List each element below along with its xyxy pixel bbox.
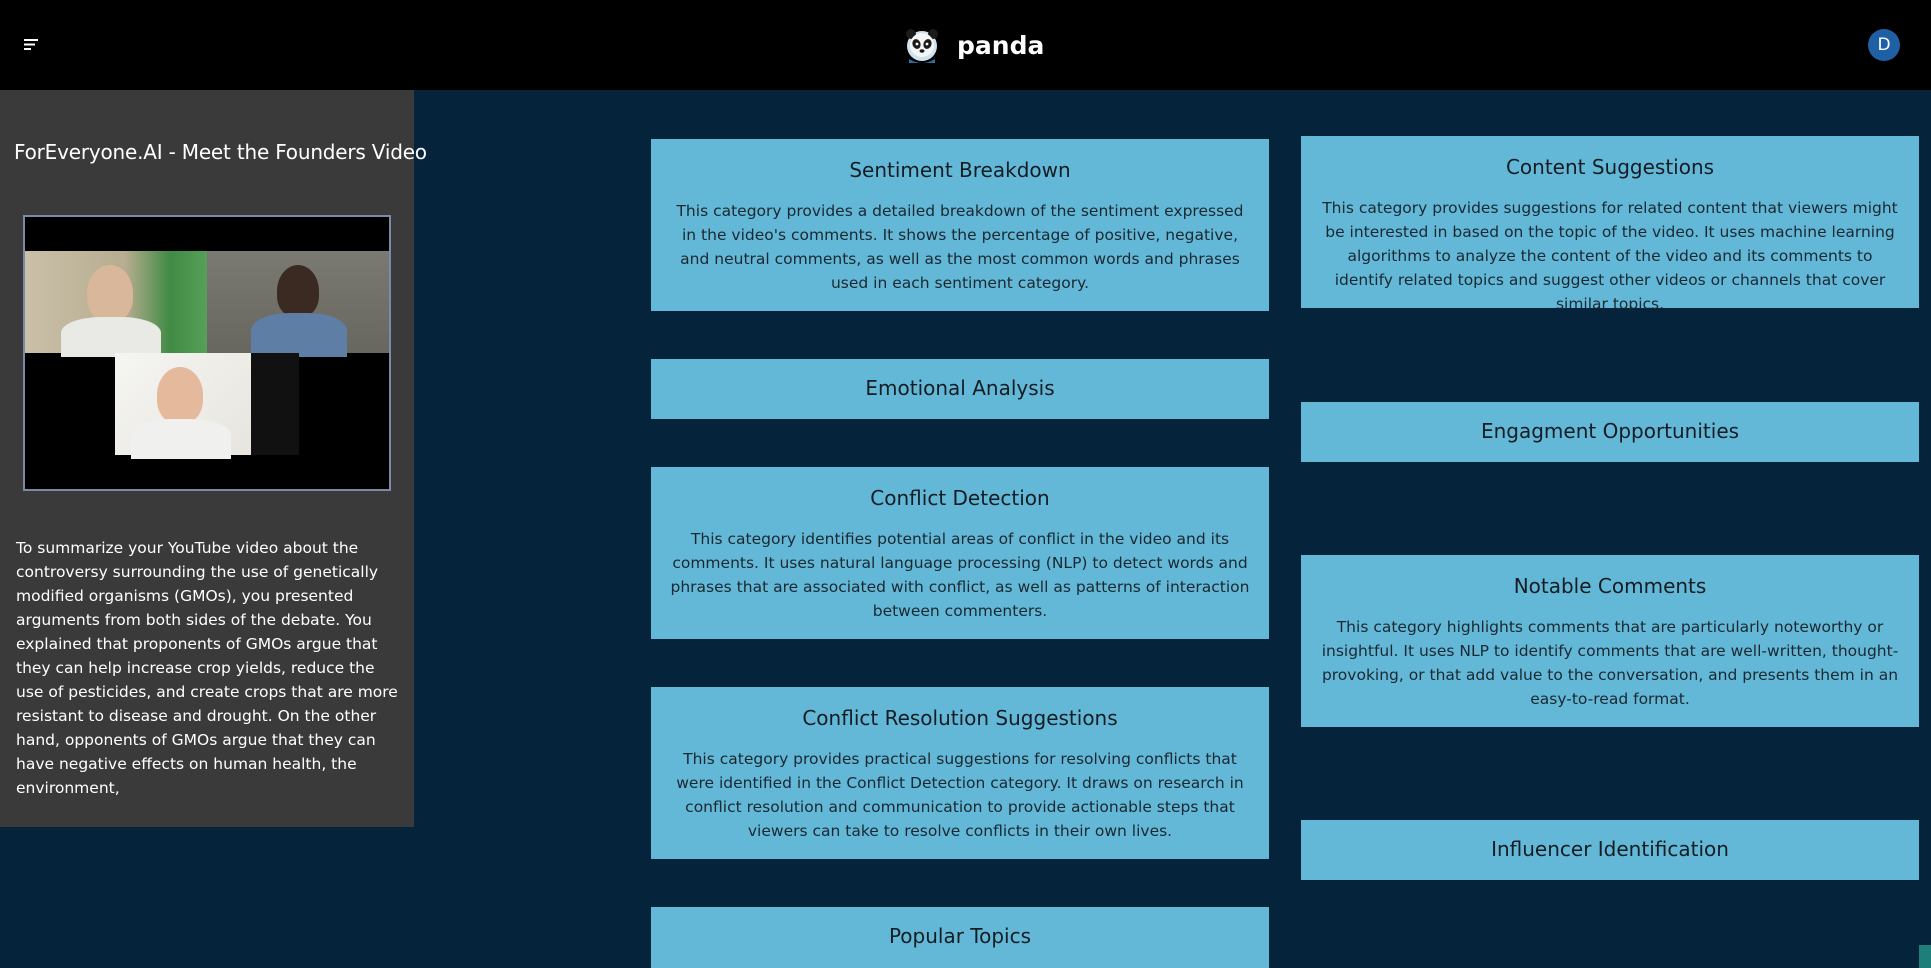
card-engagement-opportunities[interactable]: Engagment Opportunities xyxy=(1301,402,1919,462)
card-title: Notable Comments xyxy=(1513,574,1707,598)
brand[interactable]: panda xyxy=(905,25,1044,65)
card-title: Influencer Identification xyxy=(1491,837,1729,861)
top-bar: panda D xyxy=(0,0,1931,90)
card-description: This category provides practical suggest… xyxy=(676,750,1244,840)
card-sentiment-breakdown[interactable]: Sentiment Breakdown This category provid… xyxy=(651,139,1269,311)
scrollbar-thumb[interactable] xyxy=(1919,945,1931,968)
card-description: This category provides suggestions for r… xyxy=(1322,199,1898,313)
card-title: Content Suggestions xyxy=(1505,155,1715,179)
card-title: Engagment Opportunities xyxy=(1480,419,1740,443)
panda-logo xyxy=(906,29,938,63)
card-title: Conflict Detection xyxy=(870,486,1050,510)
card-title: Popular Topics xyxy=(888,924,1032,948)
video-thumbnail[interactable] xyxy=(23,215,391,491)
card-title: Conflict Resolution Suggestions xyxy=(802,706,1118,730)
app-title: panda xyxy=(957,30,1045,60)
page-right-edge xyxy=(1919,90,1931,945)
video-summary: To summarize your YouTube video about th… xyxy=(16,539,398,797)
card-emotional-analysis[interactable]: Emotional Analysis xyxy=(651,359,1269,419)
avatar[interactable]: D xyxy=(1868,29,1900,61)
video-participant-tile xyxy=(115,353,299,459)
card-title: Emotional Analysis xyxy=(865,376,1055,400)
video-sidebar: ForEveryone.AI - Meet the Founders Video… xyxy=(0,90,427,827)
card-title: Sentiment Breakdown xyxy=(849,158,1071,182)
card-conflict-detection[interactable]: Conflict Detection This category identif… xyxy=(651,467,1269,639)
card-description: This category identifies potential areas… xyxy=(670,530,1250,620)
video-participant-tile xyxy=(207,251,389,357)
card-description: This category highlights comments that a… xyxy=(1321,618,1899,708)
hamburger-icon[interactable] xyxy=(22,36,42,52)
card-content-suggestions[interactable]: Content Suggestions This category provid… xyxy=(1301,136,1919,313)
card-influencer-identification[interactable]: Influencer Identification xyxy=(1301,820,1919,880)
video-participant-tile xyxy=(25,251,207,357)
card-description: This category provides a detailed breakd… xyxy=(676,202,1244,292)
card-popular-topics[interactable]: Popular Topics xyxy=(651,907,1269,968)
card-conflict-resolution-suggestions[interactable]: Conflict Resolution Suggestions This cat… xyxy=(651,687,1269,859)
video-title: ForEveryone.AI - Meet the Founders Video xyxy=(14,140,427,164)
card-notable-comments[interactable]: Notable Comments This category highlight… xyxy=(1301,555,1919,727)
